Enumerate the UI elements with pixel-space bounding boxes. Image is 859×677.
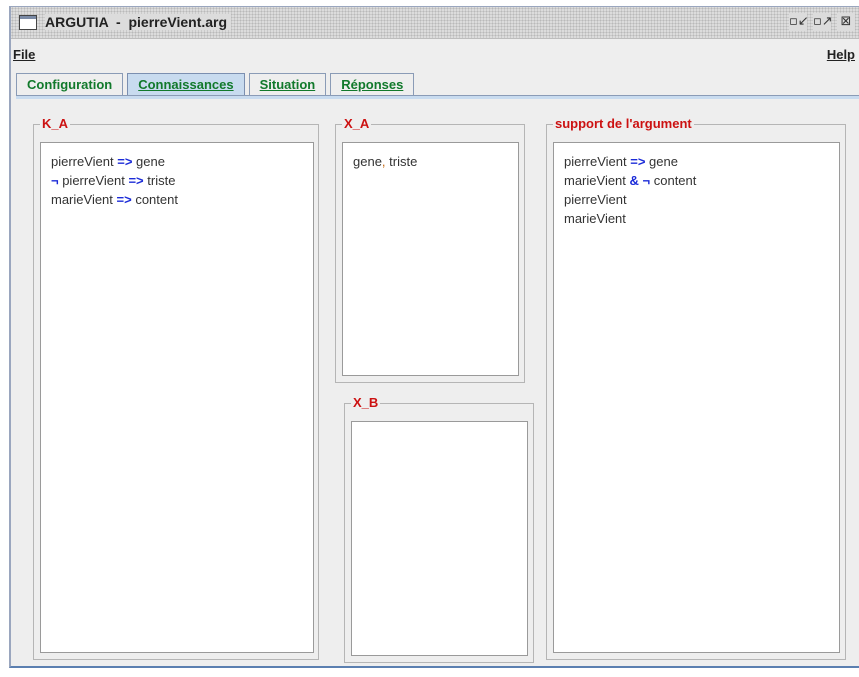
logic-operator: => — [117, 154, 133, 169]
k-a-group: K_A pierreVient => gene ¬ pierreVient => … — [33, 117, 319, 660]
app-window-icon — [19, 15, 37, 30]
x-b-title: X_B — [351, 395, 381, 410]
text-token: triste — [143, 173, 176, 188]
text-token: gene — [132, 154, 165, 169]
logic-operator: => — [630, 154, 646, 169]
maximize-icon[interactable]: ▫↗ — [813, 13, 833, 31]
text-line: pierreVient => gene — [51, 152, 313, 171]
text-token: content — [131, 192, 178, 207]
logic-operator: & — [629, 173, 639, 188]
tab-label: Connaissances — [138, 77, 234, 92]
tab-label: Réponses — [341, 77, 404, 92]
logic-operator: ¬ — [642, 173, 651, 188]
app-window: ARGUTIA - pierreVient.arg ▫↙ ▫↗ ⊠ File H… — [9, 6, 859, 668]
logic-operator: ¬ — [51, 173, 59, 188]
text-token: pierreVient — [58, 173, 129, 188]
text-line: pierreVient — [564, 190, 839, 209]
k-a-title: K_A — [40, 116, 71, 131]
text-line: marieVient & ¬ content — [564, 171, 839, 190]
text-token: triste — [385, 154, 418, 169]
text-token: marieVient — [51, 192, 117, 207]
text-token: marieVient — [564, 211, 626, 226]
text-token: pierreVient — [51, 154, 118, 169]
menu-file[interactable]: File — [13, 47, 35, 62]
x-a-group: X_A gene, triste — [335, 117, 525, 383]
x-a-title: X_A — [342, 116, 372, 131]
text-token: gene — [645, 154, 678, 169]
x-a-text-area[interactable]: gene, triste — [342, 142, 519, 376]
menu-help[interactable]: Help — [827, 47, 855, 62]
close-icon[interactable]: ⊠ — [837, 13, 855, 31]
text-line: gene, triste — [353, 152, 518, 171]
text-token: gene — [353, 154, 382, 169]
text-token: marieVient — [564, 173, 630, 188]
tab-content-border — [16, 95, 859, 99]
tab-situation[interactable]: Situation — [248, 73, 327, 95]
text-line: ¬ pierreVient => triste — [51, 171, 313, 190]
logic-operator: => — [116, 192, 132, 207]
text-line: marieVient — [564, 209, 839, 228]
k-a-text-area[interactable]: pierreVient => gene ¬ pierreVient => tris… — [40, 142, 314, 653]
tab-reponses[interactable]: Réponses — [330, 73, 415, 95]
support-group: support de l'argument pierreVient => gen… — [546, 117, 846, 660]
x-b-group: X_B — [344, 396, 534, 663]
menu-file-label: File — [13, 47, 36, 62]
support-title: support de l'argument — [553, 116, 694, 131]
tab-label: Situation — [259, 77, 316, 92]
text-token: content — [650, 173, 697, 188]
tab-configuration[interactable]: Configuration — [16, 73, 124, 95]
title-bar[interactable]: ARGUTIA - pierreVient.arg ▫↙ ▫↗ ⊠ — [11, 7, 859, 39]
support-text-area[interactable]: pierreVient => gene marieVient & ¬ conten… — [553, 142, 840, 653]
text-token: pierreVient — [564, 192, 627, 207]
logic-operator: => — [128, 173, 144, 188]
window-title: ARGUTIA - pierreVient.arg — [45, 14, 232, 30]
minimize-icon[interactable]: ▫↙ — [789, 13, 809, 31]
x-b-text-area[interactable] — [351, 421, 528, 656]
text-line: marieVient => content — [51, 190, 313, 209]
menu-help-label: Help — [826, 47, 855, 62]
tab-bar: Configuration Connaissances Situation Ré… — [16, 73, 418, 96]
tab-label: Configuration — [27, 77, 113, 92]
text-line: pierreVient => gene — [564, 152, 839, 171]
menu-bar: File Help — [11, 39, 859, 69]
tab-connaissances[interactable]: Connaissances — [127, 73, 245, 95]
text-token: pierreVient — [564, 154, 631, 169]
